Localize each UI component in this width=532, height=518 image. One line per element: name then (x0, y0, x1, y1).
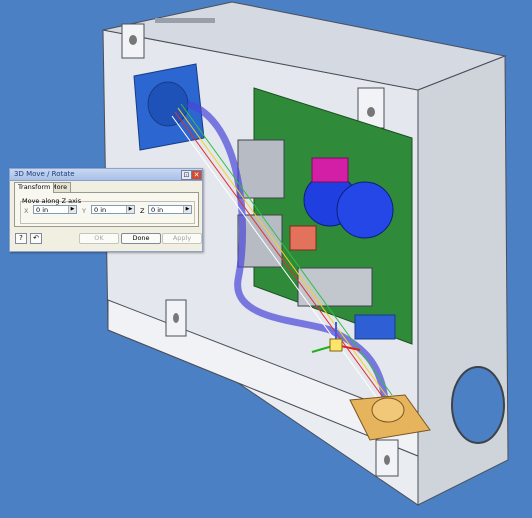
done-button[interactable]: Done (121, 233, 161, 244)
tab-transform[interactable]: Transform (14, 182, 55, 193)
x-field[interactable]: 0 in ▶ (33, 205, 77, 214)
y-value: 0 in (94, 206, 107, 214)
axis-x-label: X (24, 207, 29, 215)
close-icon[interactable]: ✕ (191, 170, 202, 180)
transform-panel: Move along Z axis X 0 in ▶ Y 0 in ▶ Z 0 … (14, 192, 199, 227)
y-field[interactable]: 0 in ▶ (91, 205, 135, 214)
3d-move-rotate-dialog: 3D Move / Rotate ⊡ ✕ Transform More Move… (9, 168, 203, 252)
x-dropdown-icon[interactable]: ▶ (68, 206, 76, 213)
z-field[interactable]: 0 in ▶ (148, 205, 192, 214)
apply-button[interactable]: Apply (162, 233, 202, 244)
ok-button[interactable]: OK (79, 233, 119, 244)
help-icon[interactable]: ? (15, 233, 27, 244)
cable-hole (451, 366, 505, 444)
housing-right-wall (417, 55, 509, 506)
y-dropdown-icon[interactable]: ▶ (126, 206, 134, 213)
3d-viewport[interactable] (0, 0, 532, 518)
redefine-icon[interactable]: ↶ (30, 233, 42, 244)
dialog-titlebar: 3D Move / Rotate ⊡ ✕ (10, 169, 202, 181)
z-value: 0 in (151, 206, 164, 214)
group-label: Move along Z axis (22, 197, 82, 205)
z-dropdown-icon[interactable]: ▶ (183, 206, 191, 213)
dialog-title: 3D Move / Rotate (14, 170, 75, 178)
x-value: 0 in (36, 206, 49, 214)
axis-y-label: Y (82, 207, 86, 215)
axis-z-label: Z (140, 207, 145, 215)
